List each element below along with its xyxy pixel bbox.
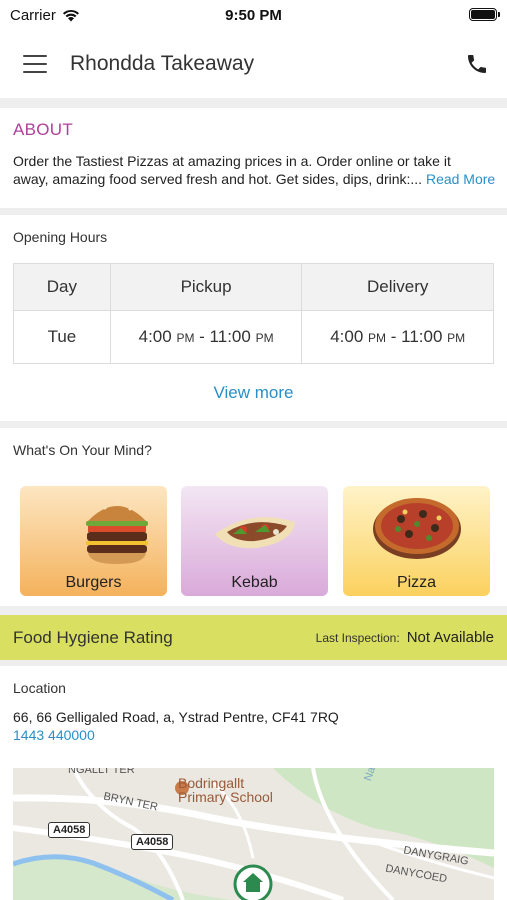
category-card-pizza[interactable]: Pizza bbox=[343, 486, 490, 596]
delivery-start: 4:00 bbox=[330, 327, 364, 346]
burger-image bbox=[86, 501, 148, 564]
column-header-delivery: Delivery bbox=[301, 263, 494, 311]
whats-on-mind-label: What's On Your Mind? bbox=[13, 442, 152, 458]
cell-day: Tue bbox=[13, 310, 111, 364]
category-label-burgers: Burgers bbox=[65, 574, 122, 591]
column-header-day: Day bbox=[13, 263, 111, 311]
last-inspection-value: Not Available bbox=[406, 629, 494, 646]
cell-pickup: 4:00 PM - 11:00 PM bbox=[109, 310, 303, 364]
map-poi-school-line-2: Primary School bbox=[178, 789, 273, 805]
pizza-image bbox=[373, 498, 461, 559]
table-row: Tue 4:00 PM - 11:00 PM 4:00 PM - 11:00 P… bbox=[13, 310, 494, 364]
clock: 9:50 PM bbox=[225, 6, 282, 24]
table-header-row: Day Pickup Delivery bbox=[13, 263, 494, 311]
opening-hours-label: Opening Hours bbox=[13, 229, 108, 245]
hamburger-menu-icon bbox=[23, 55, 47, 73]
location-map[interactable]: NGALLT TER BRYN TER DANYGRAIG DANYCOED N… bbox=[13, 768, 494, 900]
location-label: Location bbox=[13, 680, 66, 696]
opening-hours-table: Day Pickup Delivery Tue 4:00 PM - 11:00 … bbox=[13, 263, 494, 364]
section-divider bbox=[0, 606, 507, 615]
delivery-start-ampm: PM bbox=[368, 331, 387, 345]
status-bar: Carrier 9:50 PM bbox=[0, 0, 507, 30]
about-line-1: Order the Tastiest Pizzas at amazing pri… bbox=[13, 153, 451, 169]
about-line-2: away, amazing food served fresh and hot.… bbox=[13, 170, 495, 188]
battery-icon bbox=[469, 8, 500, 21]
category-label-kebab: Kebab bbox=[231, 574, 278, 591]
map-poi-school: Bodringallt Primary School bbox=[178, 776, 273, 804]
pickup-start-ampm: PM bbox=[176, 331, 195, 345]
category-card-burgers[interactable]: Burgers bbox=[20, 486, 167, 596]
delivery-end-ampm: PM bbox=[447, 331, 466, 345]
map-poi-school-line-1: Bodringallt bbox=[178, 775, 245, 791]
category-carousel: Burgers Kebab Pizza bbox=[20, 486, 490, 596]
hygiene-title: Food Hygiene Rating bbox=[13, 627, 173, 647]
delivery-separator: - bbox=[386, 327, 402, 346]
category-card-kebab[interactable]: Kebab bbox=[181, 486, 328, 596]
column-header-pickup: Pickup bbox=[109, 263, 303, 311]
kebab-image bbox=[215, 517, 295, 549]
pickup-end-ampm: PM bbox=[255, 331, 274, 345]
page-title: Rhondda Takeaway bbox=[70, 52, 255, 75]
map-street-label: NGALLT TER bbox=[68, 768, 135, 776]
food-hygiene-rating-bar: Food Hygiene Rating Last Inspection: Not… bbox=[0, 615, 507, 660]
phone-icon bbox=[468, 55, 486, 73]
last-inspection-label: Last Inspection: bbox=[315, 630, 400, 645]
category-label-pizza: Pizza bbox=[396, 574, 437, 591]
road-shield: A4058 bbox=[131, 834, 174, 850]
address-text: 66, 66 Gelligaled Road, a, Ystrad Pentre… bbox=[13, 709, 339, 725]
section-divider bbox=[0, 208, 507, 215]
section-divider bbox=[0, 660, 507, 666]
pickup-separator: - bbox=[194, 327, 210, 346]
read-more-link[interactable]: Read More bbox=[426, 171, 495, 187]
call-button[interactable] bbox=[447, 30, 507, 98]
about-text: Order the Tastiest Pizzas at amazing pri… bbox=[13, 152, 495, 188]
menu-button[interactable] bbox=[0, 30, 70, 98]
about-line-2-text: away, amazing food served fresh and hot.… bbox=[13, 171, 423, 187]
about-section: ABOUT Order the Tastiest Pizzas at amazi… bbox=[0, 108, 507, 188]
about-heading: ABOUT bbox=[13, 120, 74, 139]
delivery-end: 11:00 bbox=[401, 327, 443, 346]
pickup-end: 11:00 bbox=[209, 327, 251, 346]
section-divider bbox=[0, 421, 507, 428]
view-more-link[interactable]: View more bbox=[0, 383, 507, 403]
road-shield: A4058 bbox=[48, 822, 91, 838]
app-header: Rhondda Takeaway bbox=[0, 30, 507, 98]
pickup-start: 4:00 bbox=[138, 327, 172, 346]
cell-delivery: 4:00 PM - 11:00 PM bbox=[301, 310, 494, 364]
section-divider bbox=[0, 98, 507, 108]
phone-number-link[interactable]: 1443 440000 bbox=[13, 727, 95, 743]
